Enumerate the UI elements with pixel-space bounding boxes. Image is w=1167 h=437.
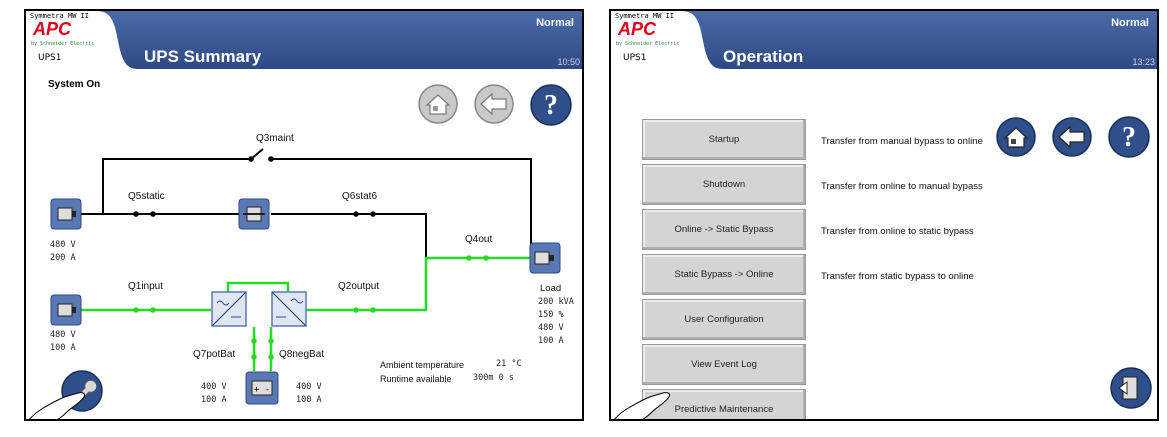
load-power: 200 kVA xyxy=(538,297,574,307)
static-switch-icon[interactable] xyxy=(238,198,270,230)
touch-hand-icon xyxy=(29,392,85,419)
startup-button[interactable]: Startup xyxy=(642,119,806,160)
main-input-voltage: 480 V xyxy=(50,330,76,340)
load-percent: 150 % xyxy=(538,310,564,320)
touch-hand-icon xyxy=(614,392,670,419)
clock: 13:23 xyxy=(1132,57,1155,67)
load-voltage: 480 V xyxy=(538,323,564,333)
device-name: UPS1 xyxy=(623,53,647,63)
user-configuration-button[interactable]: User Configuration xyxy=(642,299,806,340)
back-arrow-icon[interactable] xyxy=(1051,116,1093,158)
battery-icon[interactable]: + - xyxy=(245,371,279,405)
bypass-current: 200 A xyxy=(50,253,76,263)
switch-label-q2output: Q2output xyxy=(338,281,380,292)
bypass-voltage: 480 V xyxy=(50,240,76,250)
bypass-input-icon[interactable] xyxy=(50,198,82,230)
battery-right-voltage: 400 V xyxy=(296,382,322,392)
main-input-icon[interactable] xyxy=(50,294,82,326)
battery-right-readings: 400 V 100 A xyxy=(296,381,322,407)
switch-label-q7potbat: Q7potBat xyxy=(193,349,236,360)
header-bar: Symmetra MW II APC by Schneider Electric… xyxy=(611,11,1157,73)
battery-right-current: 100 A xyxy=(296,395,322,405)
rectifier-icon[interactable] xyxy=(211,291,247,327)
load-icon[interactable] xyxy=(529,242,561,274)
switch-label-q3maint: Q3maint xyxy=(256,133,294,144)
header-background xyxy=(611,11,1157,69)
shutdown-button[interactable]: Shutdown xyxy=(642,164,806,205)
ups-summary-screen: Symmetra MW II APC by Schneider Electric… xyxy=(24,9,584,421)
brand-line: by Schneider Electric xyxy=(616,41,680,47)
switch-label-q6stat6: Q6stat6 xyxy=(342,191,378,202)
shutdown-description: Transfer from online to manual bypass xyxy=(821,181,983,192)
online-to-static-bypass-button[interactable]: Online -> Static Bypass xyxy=(642,209,806,250)
battery-left-current: 100 A xyxy=(201,395,227,405)
home-icon[interactable] xyxy=(995,116,1037,158)
startup-description: Transfer from manual bypass to online xyxy=(821,136,983,147)
ambient-temperature-label: Ambient temperature xyxy=(380,360,465,370)
svg-text:+ -: + - xyxy=(254,385,270,395)
operation-screen: Symmetra MW II APC by Schneider Electric… xyxy=(609,9,1159,421)
load-label: Load xyxy=(540,283,562,294)
static-bypass-to-online-button[interactable]: Static Bypass -> Online xyxy=(642,254,806,295)
bypass-input-readings: 480 V 200 A xyxy=(50,239,76,265)
battery-left-readings: 400 V 100 A xyxy=(201,381,227,407)
apc-logo: APC xyxy=(618,19,657,39)
switch-label-q8negbat: Q8negBat xyxy=(279,349,325,360)
main-input-current: 100 A xyxy=(50,343,76,353)
load-current: 100 A xyxy=(538,336,564,346)
main-input-readings: 480 V 100 A xyxy=(50,329,76,355)
online-to-static-bypass-description: Transfer from online to static bypass xyxy=(821,226,974,237)
page-title: Operation xyxy=(723,47,804,66)
switch-label-q5static: Q5static xyxy=(128,191,165,202)
runtime-label: Runtime available xyxy=(380,374,452,384)
inverter-icon[interactable] xyxy=(271,291,307,327)
status-text: Normal xyxy=(1111,17,1149,29)
exit-door-icon[interactable] xyxy=(1109,366,1153,410)
static-bypass-to-online-description: Transfer from static bypass to online xyxy=(821,271,974,282)
runtime-value: 300m 0 s xyxy=(473,373,514,383)
switch-label-q1input: Q1input xyxy=(128,281,164,292)
ambient-temperature-value: 21 °C xyxy=(496,359,522,369)
help-icon[interactable]: ? xyxy=(1107,115,1151,159)
svg-text:?: ? xyxy=(1122,122,1136,153)
switch-label-q4out: Q4out xyxy=(465,234,493,245)
battery-left-voltage: 400 V xyxy=(201,382,227,392)
load-readings: 200 kVA 150 % 480 V 100 A xyxy=(538,296,574,348)
